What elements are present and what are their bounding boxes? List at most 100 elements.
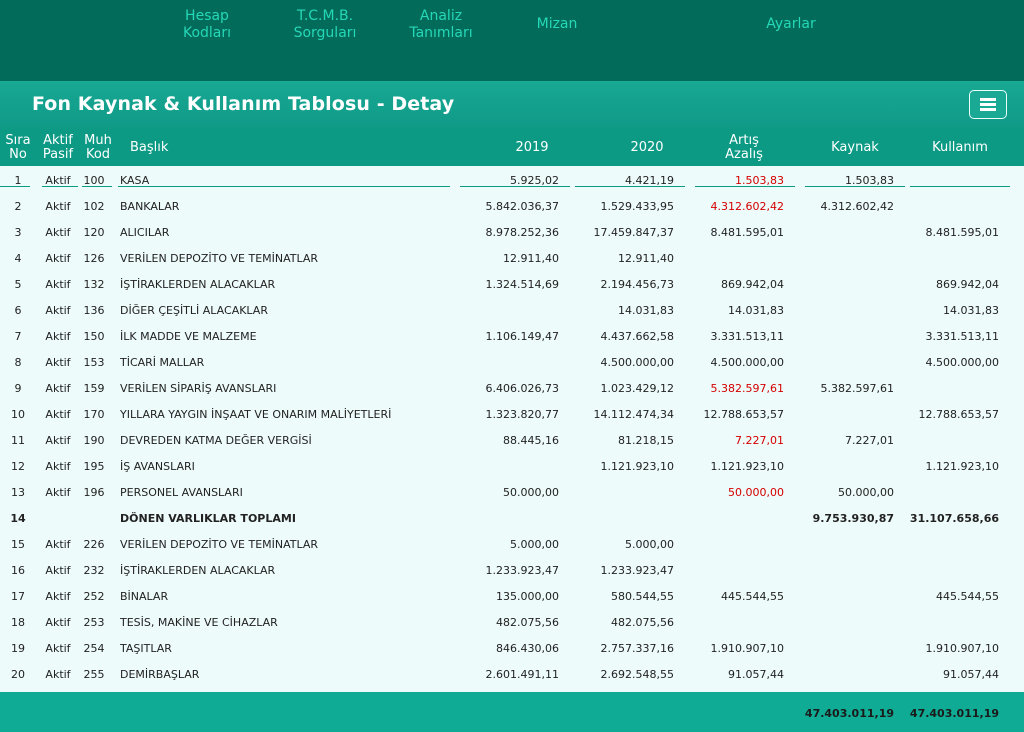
row-aktif-pasif: Aktif xyxy=(45,642,71,655)
row-no: 12 xyxy=(11,460,25,473)
nav-ayarlar[interactable]: Ayarlar xyxy=(736,8,846,33)
row-value-2020: 1.529.433,95 xyxy=(600,200,674,213)
nav-tcmb-sorgulari[interactable]: T.C.M.B. Sorguları xyxy=(270,8,380,42)
row-baslik: TİCARİ MALLAR xyxy=(120,356,205,369)
row-aktif-pasif: Aktif xyxy=(45,408,71,421)
table-row[interactable]: 15 Aktif 226 VERİLEN DEPOZİTO VE TEMİNATLAR… xyxy=(0,530,1024,556)
table-row[interactable]: 3 Aktif 120 ALICILAR 8.978.252,36 17.459.847,… xyxy=(0,218,1024,244)
table-row[interactable]: 4 Aktif 126 VERİLEN DEPOZİTO VE TEMİNATLAR 1… xyxy=(0,244,1024,270)
row-kullanim: 91.057,44 xyxy=(943,668,999,681)
row-muh-kod: 136 xyxy=(83,304,105,317)
row-baslik: DEMİRBAŞLAR xyxy=(120,668,200,681)
row-kullanim: 12.788.653,57 xyxy=(918,408,999,421)
row-no: 18 xyxy=(11,616,25,629)
header-artis-azalis[interactable]: Artış Azalış xyxy=(712,134,776,162)
header-baslik[interactable]: Başlık xyxy=(130,141,168,155)
table-row[interactable]: 8 Aktif 153 TİCARİ MALLAR 4.500.000,00 4.500.… xyxy=(0,348,1024,374)
nav-label-line1: Analiz xyxy=(419,8,463,24)
row-kaynak: 50.000,00 xyxy=(838,486,894,499)
row-kaynak: 1.503,83 xyxy=(845,174,894,187)
nav-hesap-kodlari[interactable]: Hesap Kodları xyxy=(152,8,262,42)
row-aktif-pasif: Aktif xyxy=(45,226,71,239)
row-aktif-pasif: Aktif xyxy=(45,356,71,369)
row-baslik: TAŞITLAR xyxy=(120,642,172,655)
row-baslik: KASA xyxy=(120,174,150,187)
table-row[interactable]: 12 Aktif 195 İŞ AVANSLARI 1.121.923,10 1.121.… xyxy=(0,452,1024,478)
row-muh-kod: 253 xyxy=(83,616,105,629)
row-kaynak: 4.312.602,42 xyxy=(820,200,894,213)
menu-button[interactable] xyxy=(969,90,1007,119)
row-artis-azalis: 445.544,55 xyxy=(721,590,784,603)
table-row[interactable]: 7 Aktif 150 İLK MADDE VE MALZEME 1.106.149,4… xyxy=(0,322,1024,348)
row-muh-kod: 254 xyxy=(83,642,105,655)
table-footer: 47.403.011,19 47.403.011,19 xyxy=(0,692,1024,732)
header-aktif-pasif[interactable]: Aktif Pasif xyxy=(40,134,76,162)
header-kaynak[interactable]: Kaynak xyxy=(815,141,895,155)
row-no: 11 xyxy=(11,434,25,447)
row-baslik: ALICILAR xyxy=(120,226,170,239)
row-kullanim: 8.481.595,01 xyxy=(925,226,999,239)
header-2020[interactable]: 2020 xyxy=(615,141,679,155)
header-label: Artış xyxy=(729,133,759,148)
row-muh-kod: 170 xyxy=(83,408,105,421)
header-kullanim[interactable]: Kullanım xyxy=(920,141,1000,155)
row-baslik: DİĞER ÇEŞİTLİ ALACAKLAR xyxy=(120,304,268,317)
row-value-2019: 1.233.923,47 xyxy=(485,564,559,577)
row-value-2020: 4.437.662,58 xyxy=(600,330,674,343)
row-no: 6 xyxy=(14,304,22,317)
row-baslik: VERİLEN DEPOZİTO VE TEMİNATLAR xyxy=(120,252,319,265)
row-baslik: DEVREDEN KATMA DEĞER VERGİSİ xyxy=(120,434,312,447)
table-row[interactable]: 20 Aktif 255 DEMİRBAŞLAR 2.601.491,11 2.692.5… xyxy=(0,660,1024,686)
row-value-2020: 14.031,83 xyxy=(618,304,674,317)
nav-analiz-tanimlari[interactable]: Analiz Tanımları xyxy=(386,8,496,42)
row-value-2019: 1.324.514,69 xyxy=(485,278,559,291)
row-kullanim: 3.331.513,11 xyxy=(925,330,999,343)
header-2019[interactable]: 2019 xyxy=(500,141,564,155)
row-baslik: DÖNEN VARLIKLAR TOPLAMI xyxy=(120,512,296,525)
table-row[interactable]: 17 Aktif 252 BİNALAR 135.000,00 580.544,55 445… xyxy=(0,582,1024,608)
row-muh-kod: 150 xyxy=(83,330,105,343)
row-value-2020: 482.075,56 xyxy=(611,616,674,629)
table-row[interactable]: 18 Aktif 253 TESİS, MAKİNE VE CİHAZLAR 482.0… xyxy=(0,608,1024,634)
page-title: Fon Kaynak & Kullanım Tablosu - Detay xyxy=(32,93,455,115)
nav-mizan[interactable]: Mizan xyxy=(502,8,612,33)
top-navigation: Hesap Kodları T.C.M.B. Sorguları Analiz … xyxy=(0,0,1024,81)
row-aktif-pasif: Aktif xyxy=(45,278,71,291)
row-no: 4 xyxy=(14,252,22,265)
row-value-2020: 12.911,40 xyxy=(618,252,674,265)
header-sira-no[interactable]: Sıra No xyxy=(0,134,36,162)
row-aktif-pasif: Aktif xyxy=(45,538,71,551)
row-value-2020: 4.500.000,00 xyxy=(600,356,674,369)
table-row[interactable]: 13 Aktif 196 PERSONEL AVANSLARI 50.000,00 50.… xyxy=(0,478,1024,504)
table-row[interactable]: 16 Aktif 232 İŞTİRAKLERDEN ALACAKLAR 1.233.9… xyxy=(0,556,1024,582)
row-value-2020: 5.000,00 xyxy=(625,538,674,551)
row-value-2019: 12.911,40 xyxy=(503,252,559,265)
row-baslik: BANKALAR xyxy=(120,200,180,213)
row-artis-azalis: 869.942,04 xyxy=(721,278,784,291)
header-muh-kod[interactable]: Muh Kod xyxy=(80,134,116,162)
nav-label: Mizan xyxy=(536,16,578,32)
row-aktif-pasif: Aktif xyxy=(45,382,71,395)
row-kullanim: 4.500.000,00 xyxy=(925,356,999,369)
row-artis-azalis: 8.481.595,01 xyxy=(710,226,784,239)
row-value-2020: 17.459.847,37 xyxy=(593,226,674,239)
table-row[interactable]: 11 Aktif 190 DEVREDEN KATMA DEĞER VERGİSİ 88… xyxy=(0,426,1024,452)
table-row[interactable]: 5 Aktif 132 İŞTİRAKLERDEN ALACAKLAR 1.324.51… xyxy=(0,270,1024,296)
row-aktif-pasif: Aktif xyxy=(45,460,71,473)
table-row[interactable]: 10 Aktif 170 YILLARA YAYGIN İNŞAAT VE ONARI… xyxy=(0,400,1024,426)
row-artis-azalis: 4.312.602,42 xyxy=(710,200,784,213)
row-baslik: VERİLEN DEPOZİTO VE TEMİNATLAR xyxy=(120,538,319,551)
row-artis-azalis: 1.121.923,10 xyxy=(710,460,784,473)
table-row[interactable]: 1 Aktif 100 KASA 5.925,02 4.421,19 1.503,83 1.5… xyxy=(0,166,1024,192)
table-row[interactable]: 9 Aktif 159 VERİLEN SİPARİŞ AVANSLARI 6.406.… xyxy=(0,374,1024,400)
table-row[interactable]: 19 Aktif 254 TAŞITLAR 846.430,06 2.757.337,16… xyxy=(0,634,1024,660)
table-row[interactable]: 2 Aktif 102 BANKALAR 5.842.036,37 1.529.433,9… xyxy=(0,192,1024,218)
table-row[interactable]: 14 DÖNEN VARLIKLAR TOPLAMI 9.753.930,87 31.… xyxy=(0,504,1024,530)
row-aktif-pasif: Aktif xyxy=(45,330,71,343)
kaynak-total: 47.403.011,19 xyxy=(804,707,894,720)
table-header: Sıra No Aktif Pasif Muh Kod Başlık 2019 … xyxy=(0,129,1024,166)
table-row[interactable]: 6 Aktif 136 DİĞER ÇEŞİTLİ ALACAKLAR 14.031,8… xyxy=(0,296,1024,322)
row-artis-azalis: 12.788.653,57 xyxy=(703,408,784,421)
row-muh-kod: 226 xyxy=(83,538,105,551)
row-value-2020: 580.544,55 xyxy=(611,590,674,603)
